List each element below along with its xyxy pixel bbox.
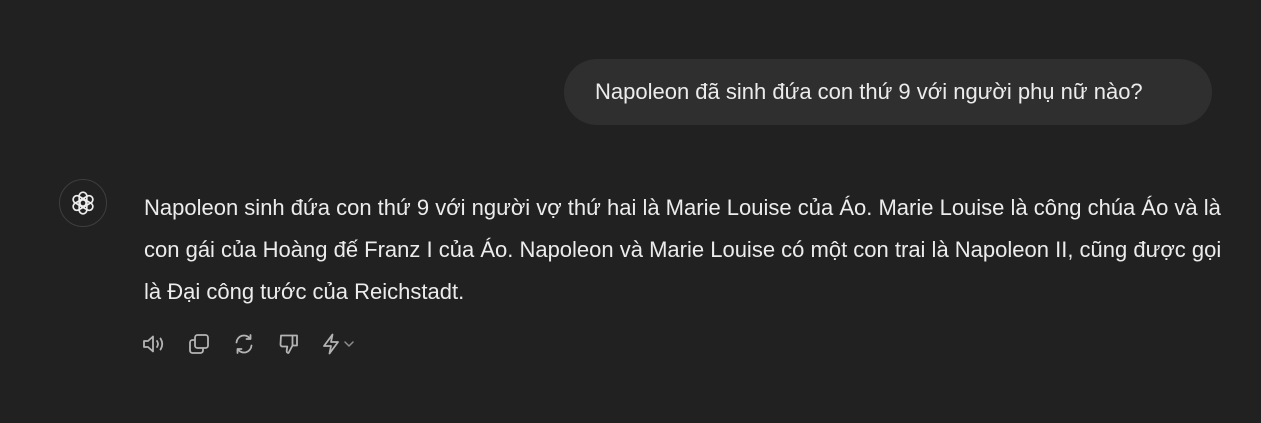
openai-logo-icon bbox=[72, 191, 94, 215]
dislike-button[interactable] bbox=[275, 330, 303, 358]
user-message-bubble: Napoleon đã sinh đứa con thứ 9 với người… bbox=[564, 59, 1212, 125]
lightning-icon bbox=[323, 333, 339, 355]
copy-icon bbox=[189, 334, 209, 354]
thumbs-down-icon bbox=[279, 334, 298, 354]
speaker-icon bbox=[143, 335, 164, 353]
chevron-down-icon bbox=[344, 341, 354, 347]
message-actions bbox=[140, 330, 356, 358]
read-aloud-button[interactable] bbox=[140, 330, 168, 358]
regenerate-button[interactable] bbox=[230, 330, 258, 358]
assistant-avatar bbox=[59, 179, 107, 227]
regenerate-icon bbox=[235, 334, 253, 354]
user-message-text: Napoleon đã sinh đứa con thứ 9 với người… bbox=[595, 79, 1143, 104]
copy-button[interactable] bbox=[185, 330, 213, 358]
assistant-message-text: Napoleon sinh đứa con thứ 9 với người vợ… bbox=[144, 195, 1222, 304]
switch-model-button[interactable] bbox=[320, 332, 356, 356]
